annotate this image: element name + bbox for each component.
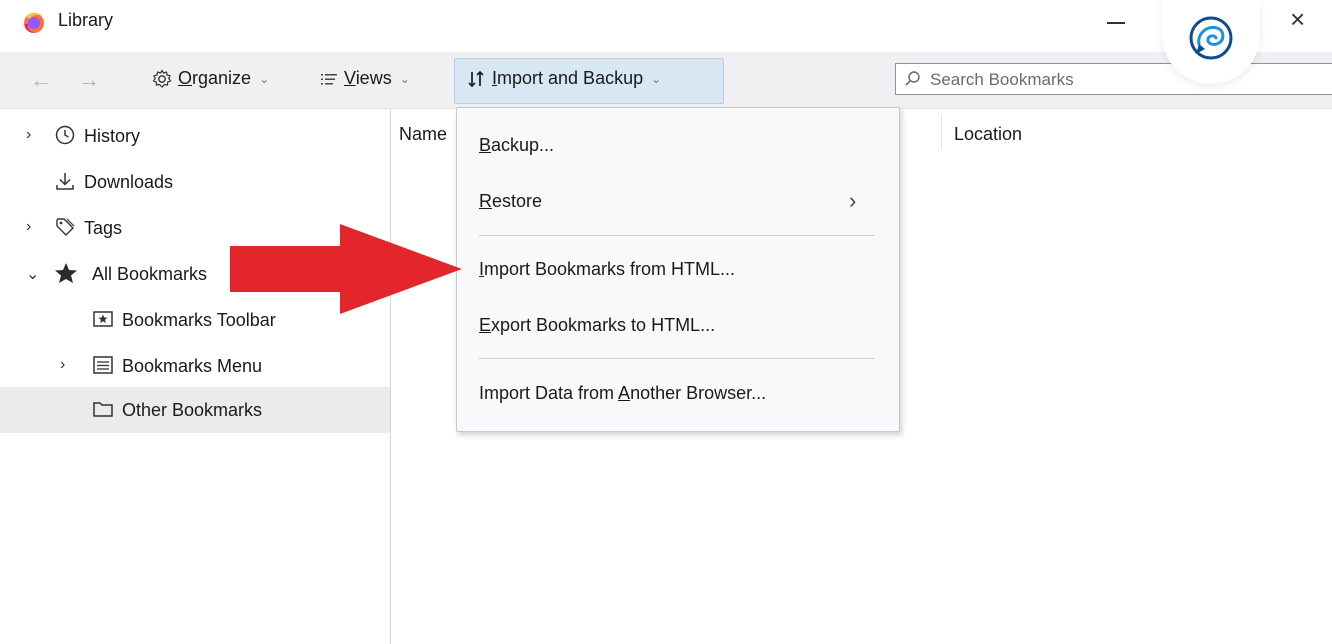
views-list-icon xyxy=(321,73,337,84)
red-pointer-arrow-icon xyxy=(230,224,462,314)
chevron-down-icon: ⌄ xyxy=(399,71,410,86)
sidebar-item-label: Bookmarks Menu xyxy=(122,356,263,376)
close-icon[interactable]: × xyxy=(1290,6,1305,32)
sidebar-item-downloads[interactable]: Downloads xyxy=(0,159,390,205)
minimize-icon[interactable] xyxy=(1107,22,1125,24)
menu-item-backup[interactable]: Backup... xyxy=(457,122,899,170)
menu-item-label: Import Data from Another Browser... xyxy=(479,383,767,403)
column-header-location[interactable]: Location xyxy=(954,124,1022,145)
tag-icon xyxy=(56,218,75,236)
chevron-down-icon[interactable]: ⌄ xyxy=(26,264,39,284)
menu-separator xyxy=(479,235,875,236)
chevron-down-icon: ⌄ xyxy=(651,71,662,86)
gear-icon xyxy=(152,68,172,88)
clock-icon xyxy=(55,125,75,145)
sidebar-item-label: Tags xyxy=(84,218,123,238)
chevron-right-icon: › xyxy=(849,188,857,213)
back-button[interactable]: ← xyxy=(30,67,52,93)
menu-item-import-bookmarks-html[interactable]: Import Bookmarks from HTML... xyxy=(457,246,899,294)
download-icon xyxy=(56,173,74,190)
firefox-icon xyxy=(24,12,44,33)
import-and-backup-menu-button[interactable]: Import and Backup ⌄ xyxy=(466,68,661,89)
sidebar-item-label: History xyxy=(84,126,141,146)
column-divider[interactable] xyxy=(941,114,942,150)
sidebar-item-other-bookmarks[interactable]: Other Bookmarks xyxy=(0,387,390,433)
sidebar-item-bookmarks-menu[interactable]: › Bookmarks Menu xyxy=(0,343,390,389)
menu-item-export-bookmarks-html[interactable]: Export Bookmarks to HTML... xyxy=(457,302,899,350)
sort-arrows-icon xyxy=(468,70,484,87)
menu-separator xyxy=(479,358,875,359)
views-label: Views xyxy=(344,68,392,88)
forward-button[interactable]: → xyxy=(78,67,100,93)
window-title: Library xyxy=(58,10,114,30)
toolbar-icon xyxy=(93,311,113,327)
sidebar-tree: › History Downloads › Tags ⌄ All Bookmar… xyxy=(0,109,391,644)
sidebar-item-label: All Bookmarks xyxy=(92,264,208,284)
sidebar-item-label: Downloads xyxy=(84,172,174,192)
chevron-right-icon[interactable]: › xyxy=(26,218,31,236)
menu-item-label: Backup... xyxy=(479,135,555,155)
organize-menu-button[interactable]: Organize ⌄ xyxy=(152,68,269,89)
title-bar: Library × xyxy=(0,0,1332,46)
menu-list-icon xyxy=(93,356,113,374)
search-icon xyxy=(905,71,920,86)
assistant-chat-icon xyxy=(1189,16,1233,60)
import-backup-dropdown-menu: Backup... Restore › Import Bookmarks fro… xyxy=(456,107,900,432)
search-box[interactable] xyxy=(895,63,1332,95)
menu-item-label: Import Bookmarks from HTML... xyxy=(479,259,736,279)
toolbar: ← → Organize ⌄ Views ⌄ Import and Backup… xyxy=(0,52,1332,109)
star-icon xyxy=(55,263,77,283)
chevron-right-icon[interactable]: › xyxy=(60,356,65,374)
menu-item-label: Export Bookmarks to HTML... xyxy=(479,315,716,335)
menu-item-restore[interactable]: Restore › xyxy=(457,178,899,226)
search-input[interactable] xyxy=(928,67,1312,93)
sidebar-item-label: Other Bookmarks xyxy=(122,400,263,420)
import-and-backup-label: Import and Backup xyxy=(492,68,644,88)
sidebar-item-history[interactable]: › History xyxy=(0,113,390,159)
organize-label: Organize xyxy=(178,68,252,88)
folder-icon xyxy=(93,402,113,417)
menu-item-import-other-browser[interactable]: Import Data from Another Browser... xyxy=(457,370,899,418)
chevron-down-icon: ⌄ xyxy=(259,71,270,86)
column-header-name[interactable]: Name xyxy=(399,124,447,145)
menu-item-label: Restore xyxy=(479,191,543,211)
chevron-right-icon[interactable]: › xyxy=(26,126,31,144)
views-menu-button[interactable]: Views ⌄ xyxy=(320,68,410,89)
